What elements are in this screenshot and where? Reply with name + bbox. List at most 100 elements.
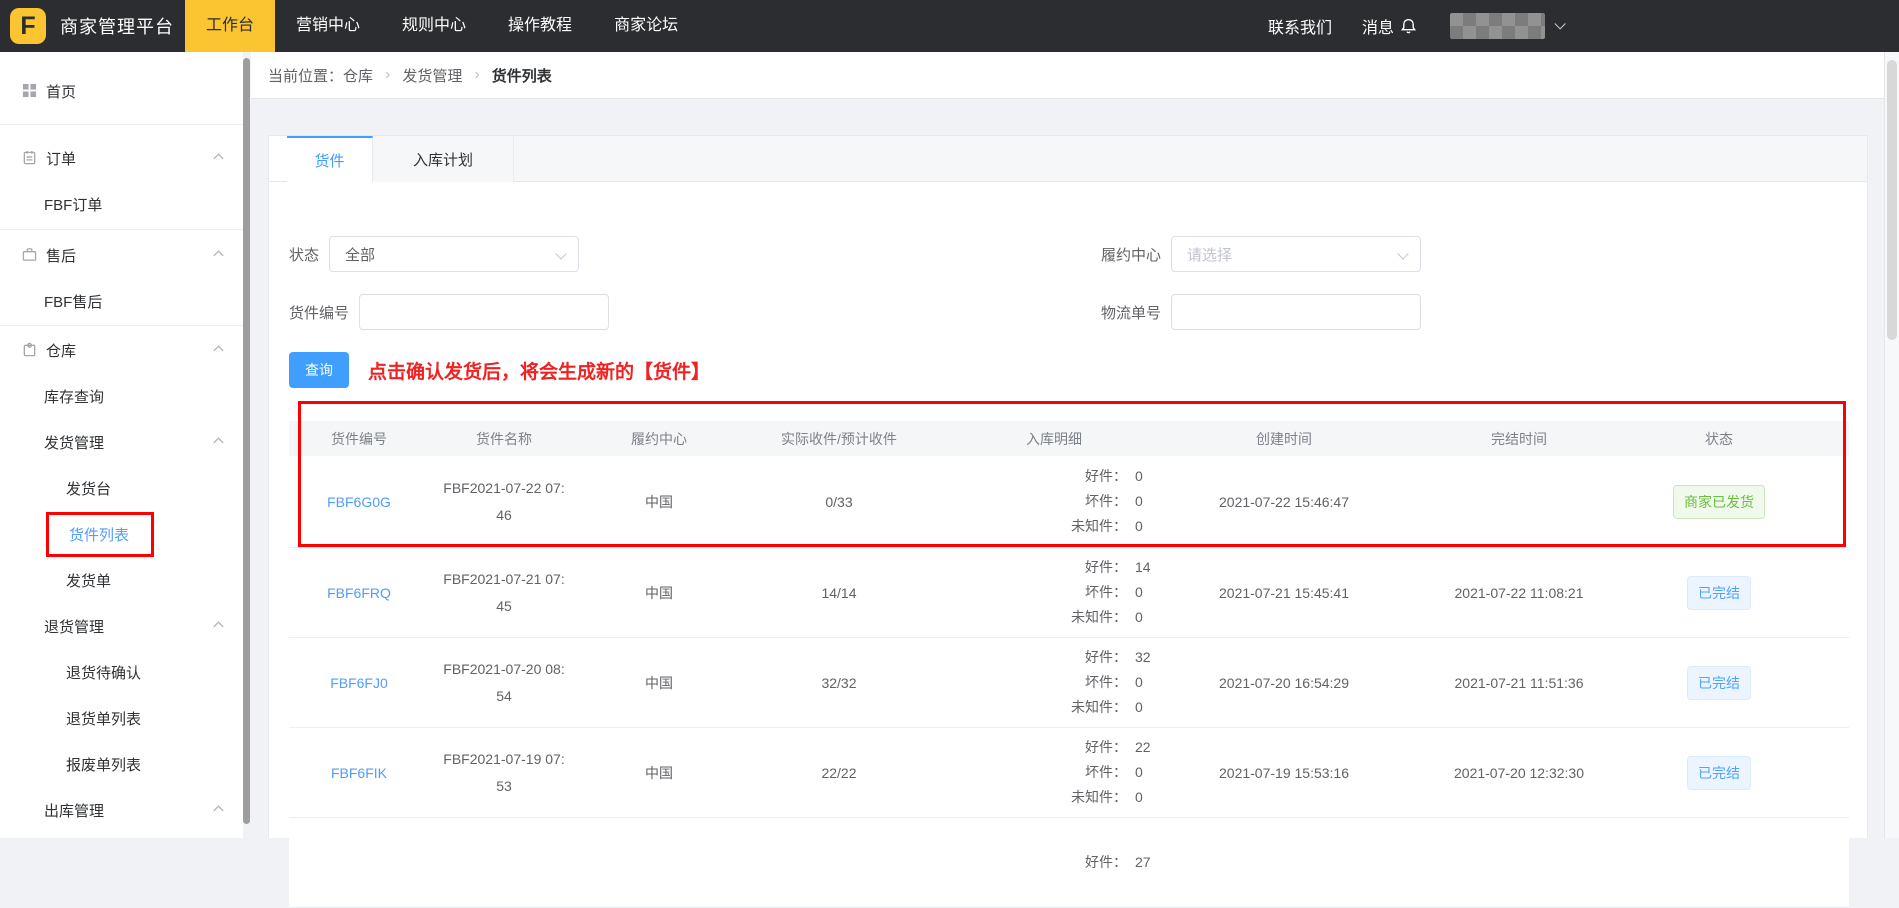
breadcrumb-current: 货件列表 — [492, 65, 552, 86]
main-area: 当前位置： 仓库 › 发货管理 › 货件列表 货件 入库计划 状态 全部 履约中… — [251, 52, 1899, 838]
fulfillment-center-cell: 中国 — [579, 728, 739, 817]
chevron-up-icon[interactable] — [212, 620, 225, 629]
sidebar-item-return-pending[interactable]: 退货待确认 — [0, 649, 243, 695]
sidebar-item-fbf-orders[interactable]: FBF订单 — [0, 181, 243, 227]
status-badge: 已完结 — [1687, 756, 1751, 790]
detail-line: 坏件：0 — [1059, 760, 1169, 785]
tab-inbound-plan[interactable]: 入库计划 — [373, 136, 514, 182]
page-scrollbar-thumb[interactable] — [1887, 60, 1897, 340]
chevron-up-icon[interactable] — [212, 804, 225, 813]
contact-us-link[interactable]: 联系我们 — [1268, 14, 1332, 38]
sidebar-item-label: 退货待确认 — [66, 662, 141, 683]
shipment-code-link[interactable]: FBF6G0G — [327, 494, 391, 510]
tab-shipments[interactable]: 货件 — [287, 136, 373, 182]
table-row: 好件：27 — [289, 818, 1849, 908]
sidebar-item-fbf-aftersale[interactable]: FBF售后 — [0, 278, 243, 324]
breadcrumb-warehouse[interactable]: 仓库 — [343, 65, 373, 86]
sidebar-scrollbar[interactable] — [243, 58, 250, 824]
sidebar-item-label: FBF售后 — [44, 291, 102, 312]
action-row: 查询 点击确认发货后，将会生成新的【货件】 — [289, 352, 1867, 388]
shipment-name: FBF2021-07-21 07:45 — [442, 566, 566, 620]
user-menu-chevron-icon[interactable] — [1554, 18, 1565, 29]
sidebar-item-outbound-mgmt[interactable]: 出库管理 — [0, 787, 243, 833]
breadcrumb-label: 当前位置： — [268, 65, 343, 86]
sidebar-item-shipping-orders[interactable]: 发货单 — [0, 557, 243, 603]
search-button[interactable]: 查询 — [289, 352, 349, 388]
sidebar-item-shipping-desk[interactable]: 发货台 — [0, 465, 243, 511]
bell-icon[interactable] — [1400, 18, 1417, 35]
sidebar-item-label-active: 货件列表 — [46, 512, 154, 557]
sidebar-item-label: 库存查询 — [44, 386, 104, 407]
col-fulfillment-center: 履约中心 — [579, 421, 739, 456]
shipment-name: FBF2021-07-22 07:46 — [442, 475, 566, 529]
shipment-code-link[interactable]: FBF6FRQ — [327, 585, 391, 601]
fulfillment-center-cell: 中国 — [579, 456, 739, 547]
fulfillment-center-select[interactable]: 请选择 — [1171, 236, 1421, 272]
shipment-code-link[interactable]: FBF6FJ0 — [330, 675, 388, 691]
detail-line: 好件：0 — [1059, 464, 1169, 489]
status-badge: 已完结 — [1687, 666, 1751, 700]
col-finished-time: 完结时间 — [1399, 421, 1639, 456]
sidebar-item-label: 订单 — [46, 148, 76, 169]
chevron-down-icon — [555, 248, 566, 259]
top-nav-tutorial[interactable]: 操作教程 — [487, 0, 593, 52]
fulfillment-center-label: 履约中心 — [1101, 244, 1161, 265]
detail-line: 好件：14 — [1059, 555, 1169, 580]
finished-time-cell: 2021-07-21 11:51:36 — [1399, 638, 1639, 727]
chevron-up-icon[interactable] — [212, 344, 225, 353]
received-cell: 14/14 — [739, 548, 939, 637]
received-cell: 0/33 — [739, 456, 939, 547]
shipment-code-link[interactable]: FBF6FIK — [331, 765, 387, 781]
sidebar-item-home[interactable]: 首页 — [0, 68, 243, 114]
created-time-cell: 2021-07-19 15:53:16 — [1169, 728, 1399, 817]
user-account-redacted[interactable] — [1450, 13, 1545, 39]
fulfillment-center-cell: 中国 — [579, 638, 739, 727]
page-scrollbar[interactable] — [1884, 52, 1899, 838]
created-time-cell: 2021-07-20 16:54:29 — [1169, 638, 1399, 727]
status-select[interactable]: 全部 — [329, 236, 579, 272]
status-select-value: 全部 — [345, 244, 375, 265]
sidebar-item-label: 发货管理 — [44, 432, 104, 453]
received-cell — [739, 818, 939, 907]
app-logo[interactable]: F — [10, 8, 46, 44]
top-nav-marketing[interactable]: 营销中心 — [275, 0, 381, 52]
shipment-no-input[interactable] — [359, 294, 609, 330]
sidebar-item-warehouse[interactable]: 仓库 — [0, 327, 243, 373]
sidebar-item-inventory-query[interactable]: 库存查询 — [0, 373, 243, 419]
top-nav-workbench[interactable]: 工作台 — [185, 0, 275, 52]
order-clipboard-icon — [22, 150, 38, 166]
sidebar-item-return-list[interactable]: 退货单列表 — [0, 695, 243, 741]
sidebar-item-shipment-list[interactable]: 货件列表 — [0, 511, 243, 557]
received-cell: 32/32 — [739, 638, 939, 727]
chevron-up-icon[interactable] — [212, 152, 225, 161]
sidebar-item-return-mgmt[interactable]: 退货管理 — [0, 603, 243, 649]
col-created-time: 创建时间 — [1169, 421, 1399, 456]
sidebar-item-label: 退货管理 — [44, 616, 104, 637]
finished-time-cell — [1399, 818, 1639, 907]
col-status: 状态 — [1639, 421, 1799, 456]
chevron-up-icon[interactable] — [212, 249, 225, 258]
filter-group-center: 履约中心 请选择 — [1101, 236, 1421, 272]
sidebar-item-aftersale[interactable]: 售后 — [0, 232, 243, 278]
fulfillment-center-cell: 中国 — [579, 548, 739, 637]
chevron-up-icon[interactable] — [212, 436, 225, 445]
inbound-detail: 好件：27 — [1059, 850, 1169, 875]
shipments-table: 货件编号 货件名称 履约中心 实际收件/预计收件 入库明细 创建时间 完结时间 … — [289, 421, 1849, 908]
sidebar-item-shipping-mgmt[interactable]: 发货管理 — [0, 419, 243, 465]
top-nav-forum[interactable]: 商家论坛 — [593, 0, 699, 52]
chevron-down-icon — [1397, 248, 1408, 259]
inbound-detail: 好件：14 坏件：0 未知件：0 — [1059, 555, 1169, 630]
tab-strip-filler — [514, 136, 1867, 181]
detail-line: 好件：22 — [1059, 735, 1169, 760]
sidebar-divider — [0, 229, 243, 230]
sidebar-item-scrap-list[interactable]: 报废单列表 — [0, 741, 243, 787]
breadcrumb-shipping-mgmt[interactable]: 发货管理 — [402, 65, 462, 86]
top-nav-rules[interactable]: 规则中心 — [381, 0, 487, 52]
sidebar-item-orders[interactable]: 订单 — [0, 135, 243, 181]
table-row: FBF6FIK FBF2021-07-19 07:53 中国 22/22 好件：… — [289, 728, 1849, 818]
sidebar-item-label: 出库管理 — [44, 800, 104, 821]
tracking-no-input[interactable] — [1171, 294, 1421, 330]
messages-label: 消息 — [1362, 14, 1394, 38]
top-nav: 工作台 营销中心 规则中心 操作教程 商家论坛 — [185, 0, 699, 52]
messages-link[interactable]: 消息 — [1362, 14, 1417, 38]
